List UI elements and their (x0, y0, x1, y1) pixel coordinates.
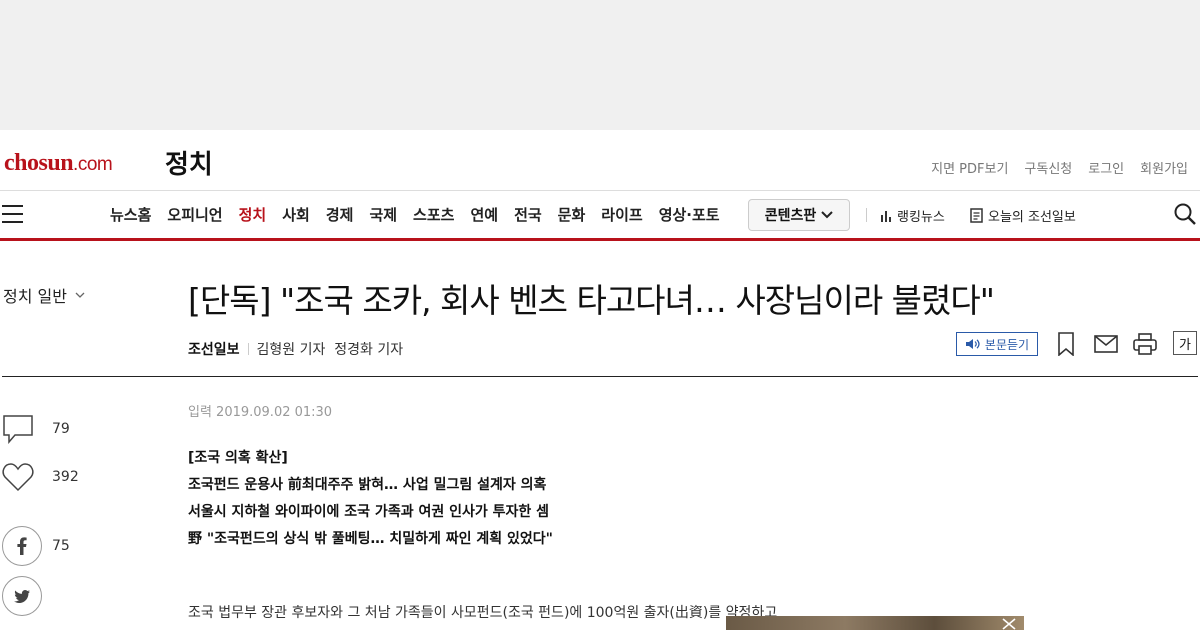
reporter-names[interactable]: 김형원 기자 정경화 기자 (257, 339, 404, 359)
bookmark-icon[interactable] (1055, 332, 1079, 356)
comment-icon (3, 415, 33, 444)
signup-link[interactable]: 회원가입 (1140, 158, 1188, 177)
twitter-share-button[interactable] (2, 576, 42, 616)
font-size-button[interactable]: 가 (1173, 331, 1197, 355)
twitter-icon (2, 576, 42, 616)
nav-item-society[interactable]: 사회 (282, 204, 310, 225)
site-header: chosun.com 정치 지면 PDF보기 구독신청 로그인 회원가입 (0, 130, 1200, 191)
facebook-icon (2, 526, 42, 566)
search-icon[interactable] (1173, 202, 1197, 226)
heart-icon (2, 463, 34, 492)
listen-button[interactable]: 본문듣기 (956, 332, 1038, 356)
chevron-down-icon (821, 211, 833, 219)
nav-item-sports[interactable]: 스포츠 (413, 204, 454, 225)
summary-line: [조국 의혹 확산] (188, 450, 288, 466)
nav-item-video-photo[interactable]: 영상·포토 (659, 204, 720, 225)
comment-button[interactable]: 79 (2, 412, 70, 446)
facebook-share-count: 75 (52, 538, 70, 554)
today-paper-link[interactable]: 오늘의 조선일보 (970, 206, 1076, 225)
nav-item-international[interactable]: 국제 (369, 204, 397, 225)
logo-main: chosun (4, 150, 74, 176)
nav-items: 뉴스홈 오피니언 정치 사회 경제 국제 스포츠 연예 전국 문화 라이프 영상… (110, 191, 720, 238)
section-title[interactable]: 정치 (165, 144, 213, 181)
top-ad-area (0, 0, 1200, 130)
category-label: 정치 일반 (3, 287, 67, 306)
nav-item-opinion[interactable]: 오피니언 (167, 204, 222, 225)
nav-item-newshome[interactable]: 뉴스홈 (110, 204, 151, 225)
main-nav: 뉴스홈 오피니언 정치 사회 경제 국제 스포츠 연예 전국 문화 라이프 영상… (0, 191, 1200, 241)
header-rule (2, 376, 1198, 377)
contents-board-button[interactable]: 콘텐츠판 (748, 199, 850, 231)
pdf-link[interactable]: 지면 PDF보기 (931, 158, 1008, 177)
listen-label: 본문듣기 (984, 337, 1030, 352)
today-paper-label: 오늘의 조선일보 (988, 210, 1076, 225)
nav-item-life[interactable]: 라이프 (601, 204, 642, 225)
byline: 조선일보 김형원 기자 정경화 기자 (188, 339, 403, 359)
bar-chart-icon (881, 210, 891, 222)
article-body-text: 조국 법무부 장관 후보자와 그 처남 가족들이 사모펀드(조국 펀드)에 10… (188, 605, 778, 621)
subscribe-link[interactable]: 구독신청 (1024, 158, 1072, 177)
nav-item-entertainment[interactable]: 연예 (470, 204, 498, 225)
contents-board-label: 콘텐츠판 (764, 208, 817, 224)
close-icon[interactable] (1000, 618, 1018, 630)
summary-line: 野 "조국펀드의 상식 밖 풀베팅… 치밀하게 짜인 계획 있었다" (188, 531, 553, 547)
publish-date: 입력 2019.09.02 01:30 (188, 405, 333, 420)
nav-item-culture[interactable]: 문화 (558, 204, 586, 225)
like-count: 392 (52, 469, 79, 485)
logo-dotcom: .com (73, 154, 113, 175)
video-ad-thumbnail[interactable] (726, 616, 1024, 630)
document-icon (970, 208, 983, 223)
summary-line: 조국펀드 운용사 前최대주주 밝혀… 사업 밀그림 설계자 의혹 (188, 477, 547, 493)
press-name[interactable]: 조선일보 (188, 339, 240, 359)
print-icon[interactable] (1133, 332, 1157, 356)
speaker-icon (965, 339, 980, 349)
facebook-share-button[interactable]: 75 (2, 526, 70, 566)
article-summary: [조국 의혹 확산] 조국펀드 운용사 前최대주주 밝혀… 사업 밀그림 설계자… (188, 445, 553, 553)
email-icon[interactable] (1094, 332, 1118, 356)
chosun-logo[interactable]: chosun.com (4, 150, 113, 177)
comment-count: 79 (52, 421, 70, 437)
chevron-down-icon (75, 292, 85, 298)
byline-divider (247, 343, 249, 355)
utility-links: 지면 PDF보기 구독신청 로그인 회원가입 (931, 158, 1188, 177)
category-dropdown[interactable]: 정치 일반 (3, 283, 85, 307)
ranking-news-link[interactable]: 랭킹뉴스 (880, 206, 945, 225)
login-link[interactable]: 로그인 (1088, 158, 1124, 177)
nav-item-national[interactable]: 전국 (514, 204, 542, 225)
like-button[interactable]: 392 (2, 460, 79, 494)
nav-item-economy[interactable]: 경제 (326, 204, 354, 225)
menu-icon[interactable] (2, 205, 23, 223)
nav-item-politics[interactable]: 정치 (239, 204, 267, 225)
article-headline: [단독] "조국 조카, 회사 벤츠 타고다녀… 사장님이라 불렸다" (188, 281, 995, 320)
summary-line: 서울시 지하철 와이파이에 조국 가족과 여권 인사가 투자한 셈 (188, 504, 549, 520)
ranking-news-label: 랭킹뉴스 (897, 210, 945, 225)
nav-divider (866, 208, 867, 222)
